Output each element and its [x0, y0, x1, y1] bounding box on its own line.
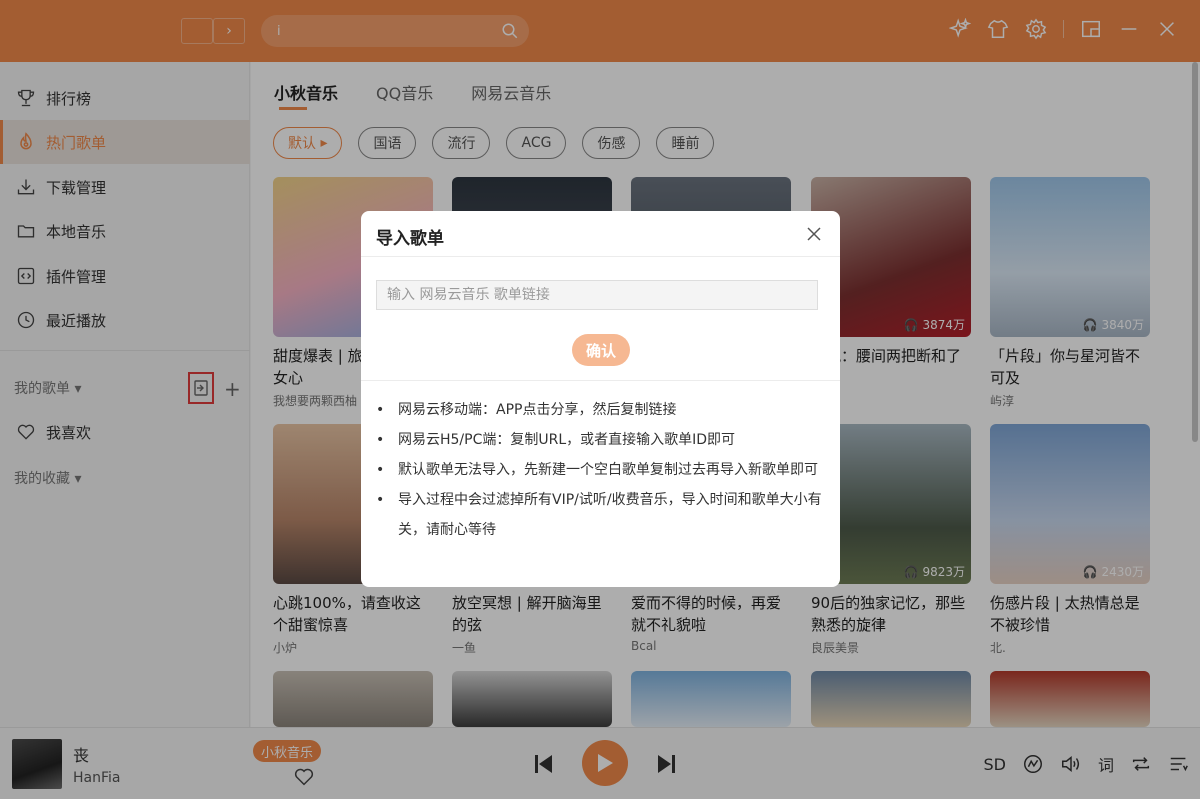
tip-text: 网易云H5/PC端：复制URL，或者直接输入歌单ID即可	[398, 432, 736, 448]
tip-item: • 网易云移动端：APP点击分享，然后复制链接	[376, 395, 826, 425]
import-tips: • 网易云移动端：APP点击分享，然后复制链接 • 网易云H5/PC端：复制URL，…	[376, 395, 826, 545]
dialog-divider	[361, 380, 840, 381]
close-icon[interactable]	[806, 226, 822, 242]
tip-text: 默认歌单无法导入，先新建一个空白歌单复制过去再导入新歌单即可	[398, 462, 818, 478]
tip-text: 网易云移动端：APP点击分享，然后复制链接	[398, 402, 677, 418]
tip-text: 导入过程中会过滤掉所有VIP/试听/收费音乐，导入时间和歌单大小有关，请耐心等待	[398, 492, 822, 538]
dialog-divider	[361, 256, 840, 257]
tip-item: • 默认歌单无法导入，先新建一个空白歌单复制过去再导入新歌单即可	[376, 455, 826, 485]
import-playlist-dialog: 导入歌单 确认 •网易云移动端：APP点击分享，然后复制链接 •网易云H5/PC…	[361, 211, 840, 587]
tip-item: • 网易云H5/PC端：复制URL，或者直接输入歌单ID即可	[376, 425, 826, 455]
dialog-title: 导入歌单	[376, 229, 444, 249]
confirm-button[interactable]: 确认	[572, 334, 630, 366]
playlist-link-input[interactable]	[376, 280, 818, 310]
tip-item: • 导入过程中会过滤掉所有VIP/试听/收费音乐，导入时间和歌单大小有关，请耐心等…	[376, 485, 826, 545]
